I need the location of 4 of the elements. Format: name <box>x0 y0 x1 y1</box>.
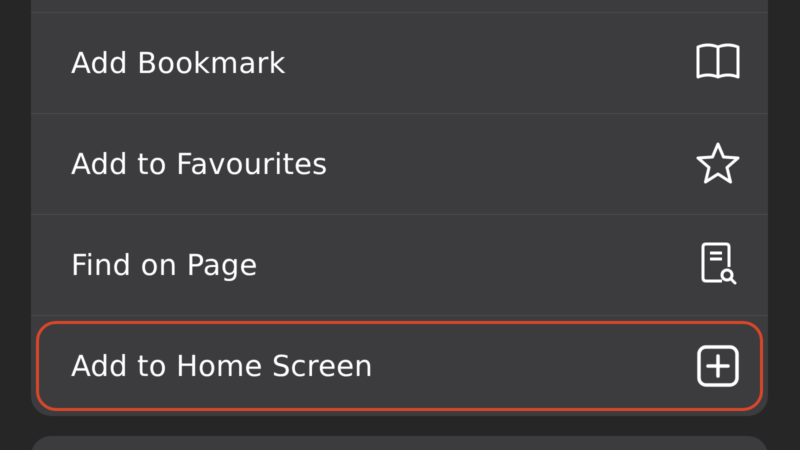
menu-item[interactable]: Find on Page <box>31 215 768 315</box>
menu-item[interactable]: Add to Home Screen <box>31 316 768 416</box>
menu-item[interactable]: Add Bookmark <box>31 13 768 113</box>
menu-item[interactable]: Add to Favourites <box>31 114 768 214</box>
